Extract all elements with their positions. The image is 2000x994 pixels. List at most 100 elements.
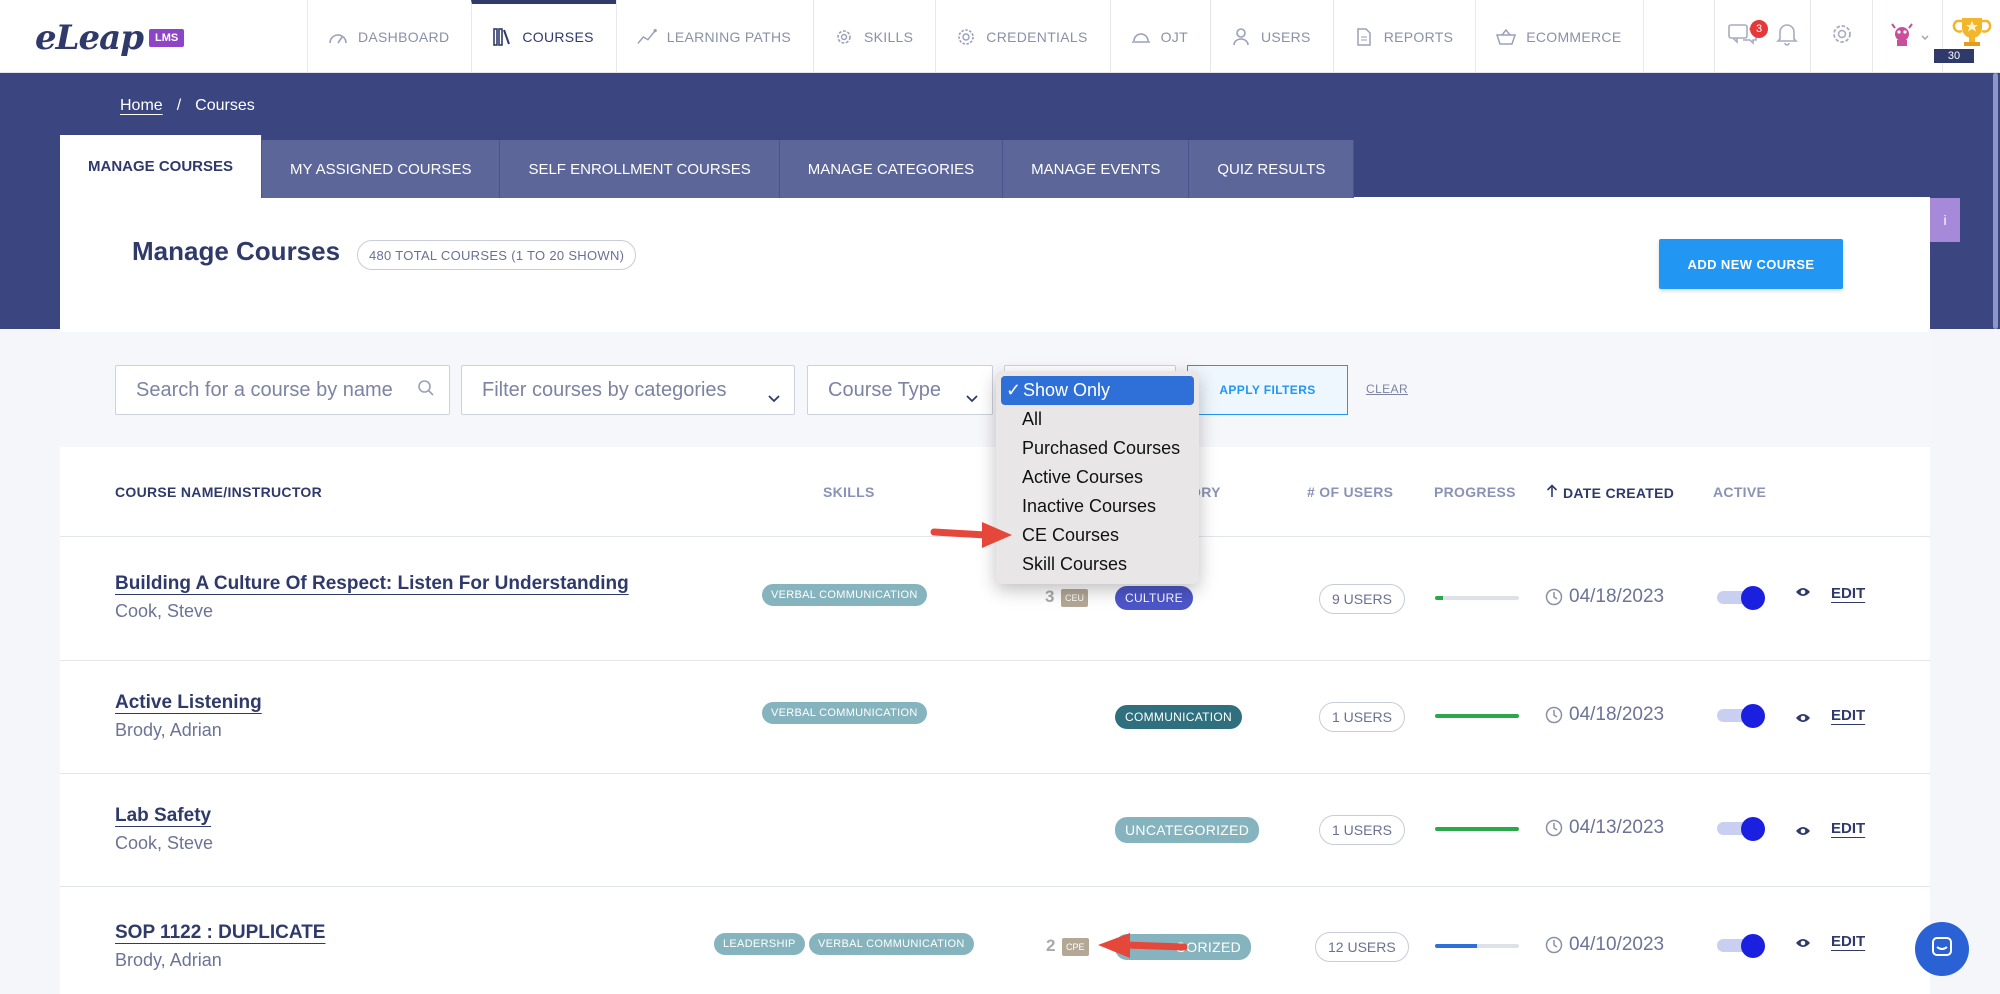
- search-placeholder: Search for a course by name: [136, 378, 393, 401]
- user-menu[interactable]: [1872, 0, 1942, 73]
- col-header-skills[interactable]: SKILLS: [823, 484, 875, 500]
- active-toggle[interactable]: [1717, 704, 1767, 728]
- nav-reports[interactable]: REPORTS: [1332, 0, 1476, 73]
- add-new-course-button[interactable]: ADD NEW COURSE: [1659, 239, 1843, 289]
- credit-type-tag: CEU: [1061, 589, 1089, 607]
- active-toggle[interactable]: [1717, 934, 1767, 958]
- col-header-progress[interactable]: PROGRESS: [1434, 484, 1516, 500]
- skill-tag: VERBAL COMMUNICATION: [762, 702, 927, 724]
- books-icon: [492, 27, 512, 47]
- clock-icon: [1545, 819, 1563, 837]
- progress-bar: [1435, 827, 1519, 831]
- menu-option-skill-courses[interactable]: Skill Courses: [996, 550, 1199, 579]
- preview-eye-icon[interactable]: [1795, 585, 1811, 603]
- date-value: 04/13/2023: [1569, 817, 1665, 838]
- users-count-badge[interactable]: 1 USERS: [1319, 702, 1405, 732]
- show-only-dropdown-menu: ✓ Show Only All Purchased Courses Active …: [996, 371, 1199, 584]
- badge-icon: [956, 27, 976, 47]
- course-title-link[interactable]: Building A Culture Of Respect: Listen Fo…: [115, 573, 629, 595]
- users-count-badge[interactable]: 9 USERS: [1319, 584, 1405, 614]
- logo-text: eLeap: [35, 18, 144, 58]
- active-toggle[interactable]: [1717, 586, 1767, 610]
- course-type-select[interactable]: Course Type: [807, 365, 993, 415]
- settings-button[interactable]: [1810, 0, 1872, 73]
- menu-option-all[interactable]: All: [996, 405, 1199, 434]
- tab-manage-categories[interactable]: MANAGE CATEGORIES: [779, 140, 1004, 198]
- search-input[interactable]: Search for a course by name: [115, 365, 450, 415]
- col-header-users[interactable]: # OF USERS: [1307, 484, 1393, 500]
- category-filter-select[interactable]: Filter courses by categories: [461, 365, 795, 415]
- col-header-date-created[interactable]: DATE CREATED: [1546, 484, 1674, 501]
- users-count-badge[interactable]: 1 USERS: [1319, 815, 1405, 845]
- tab-self-enrollment-courses[interactable]: SELF ENROLLMENT COURSES: [500, 140, 780, 198]
- bell-icon[interactable]: [1775, 22, 1798, 51]
- tab-my-assigned-courses[interactable]: MY ASSIGNED COURSES: [262, 140, 501, 198]
- progress-bar: [1435, 714, 1519, 718]
- col-header-course-name[interactable]: COURSE NAME/INSTRUCTOR: [115, 484, 322, 500]
- trophy-points: 30: [1934, 49, 1974, 63]
- nav-dashboard[interactable]: DASHBOARD: [307, 0, 471, 73]
- nav-ecommerce-label: ECOMMERCE: [1526, 28, 1622, 45]
- tab-manage-courses[interactable]: MANAGE COURSES: [60, 135, 263, 198]
- menu-option-purchased-courses[interactable]: Purchased Courses: [996, 434, 1199, 463]
- clear-filters-link[interactable]: CLEAR: [1366, 382, 1408, 396]
- nav-ojt[interactable]: OJT: [1109, 0, 1210, 73]
- clock-icon: [1545, 706, 1563, 724]
- preview-eye-icon[interactable]: [1795, 711, 1811, 729]
- category-tag: COMMUNICATION: [1115, 705, 1243, 729]
- clock-icon: [1545, 936, 1563, 954]
- preview-eye-icon[interactable]: [1795, 936, 1811, 954]
- nav-courses[interactable]: COURSES: [471, 0, 616, 73]
- nav-reports-label: REPORTS: [1383, 28, 1454, 45]
- edit-link[interactable]: EDIT: [1831, 933, 1865, 950]
- course-instructor: Brody, Adrian: [115, 720, 222, 740]
- chevron-down-icon: [1921, 28, 1929, 46]
- nav-skills[interactable]: SKILLS: [813, 0, 935, 73]
- nav-courses-label: COURSES: [522, 28, 594, 45]
- menu-option-show-only[interactable]: ✓ Show Only: [1001, 376, 1194, 405]
- nav-learning-paths[interactable]: LEARNING PATHS: [615, 0, 813, 73]
- notification-count-badge: 3: [1750, 20, 1768, 38]
- progress-fill: [1435, 714, 1519, 718]
- menu-option-label: Show Only: [1023, 380, 1111, 400]
- users-count-badge[interactable]: 12 USERS: [1315, 932, 1409, 962]
- clock-icon: [1545, 588, 1563, 606]
- course-title-link[interactable]: SOP 1122 : DUPLICATE: [115, 922, 325, 944]
- progress-bar: [1435, 596, 1519, 600]
- gear-skill-icon: [834, 27, 854, 47]
- tab-manage-events[interactable]: MANAGE EVENTS: [1003, 140, 1190, 198]
- edit-link[interactable]: EDIT: [1831, 707, 1865, 724]
- nav-credentials-label: CREDENTIALS: [986, 28, 1088, 45]
- breadcrumb-current: Courses: [195, 97, 255, 114]
- gauge-icon: [328, 27, 348, 47]
- scrollbar[interactable]: [1993, 73, 1998, 329]
- nav-users[interactable]: USERS: [1209, 0, 1333, 73]
- preview-eye-icon[interactable]: [1795, 824, 1811, 842]
- active-toggle[interactable]: [1717, 817, 1767, 841]
- support-chat-button[interactable]: [1915, 922, 1969, 976]
- breadcrumb-home-link[interactable]: Home: [120, 97, 163, 115]
- tab-quiz-results[interactable]: QUIZ RESULTS: [1189, 140, 1355, 198]
- nav-ecommerce[interactable]: ECOMMERCE: [1475, 0, 1645, 73]
- user-icon: [1231, 27, 1251, 47]
- course-title-link[interactable]: Lab Safety: [115, 805, 211, 827]
- menu-option-ce-courses[interactable]: CE Courses: [996, 521, 1199, 550]
- course-title-link[interactable]: Active Listening: [115, 692, 262, 714]
- nav-credentials[interactable]: CREDENTIALS: [935, 0, 1109, 73]
- apply-filters-button[interactable]: APPLY FILTERS: [1187, 365, 1348, 415]
- menu-option-inactive-courses[interactable]: Inactive Courses: [996, 492, 1199, 521]
- app-logo[interactable]: eLeap LMS: [35, 18, 185, 58]
- date-value: 04/18/2023: [1569, 704, 1665, 725]
- date-created: 04/18/2023: [1545, 704, 1664, 726]
- breadcrumb: Home / Courses: [120, 97, 255, 115]
- progress-fill: [1435, 944, 1477, 948]
- course-type-label: Course Type: [828, 378, 942, 401]
- progress-bar: [1435, 944, 1519, 948]
- course-instructor: Cook, Steve: [115, 833, 214, 853]
- edit-link[interactable]: EDIT: [1831, 820, 1865, 837]
- edit-link[interactable]: EDIT: [1831, 585, 1865, 602]
- course-count-badge: 480 TOTAL COURSES (1 TO 20 SHOWN): [357, 240, 637, 270]
- menu-option-active-courses[interactable]: Active Courses: [996, 463, 1199, 492]
- info-side-tab[interactable]: i: [1930, 198, 1960, 242]
- col-header-active[interactable]: ACTIVE: [1713, 484, 1766, 500]
